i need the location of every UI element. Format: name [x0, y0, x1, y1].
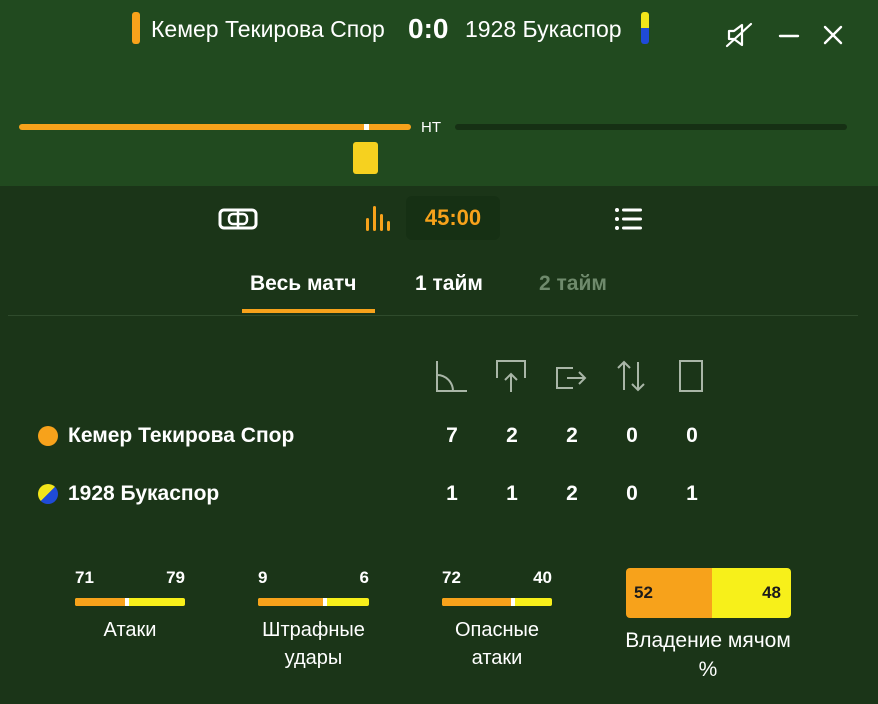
shot-off-target-icon	[556, 367, 587, 389]
attacks-label: Атаки	[103, 619, 157, 641]
away-team-color-swatch	[641, 12, 649, 44]
away-row-team-name: 1928 Букаспор	[68, 482, 220, 505]
away-shots-on-target: 1	[506, 482, 518, 505]
close-icon[interactable]	[818, 20, 848, 50]
attacks-away-value: 79	[166, 568, 185, 587]
home-corners: 7	[446, 424, 458, 447]
minimize-icon[interactable]	[774, 20, 804, 50]
active-tab-indicator	[242, 309, 375, 313]
home-row-team-name: Кемер Текирова Спор	[68, 424, 295, 447]
second-half-track	[455, 124, 847, 130]
field-icon[interactable]	[217, 204, 259, 234]
free-kicks-away-value: 6	[359, 568, 369, 587]
match-clock: 45:00	[406, 196, 500, 240]
tab-full-match[interactable]: Весь матч	[250, 272, 356, 296]
period-tabs: Весь матч 1 тайм 2 тайм	[0, 262, 878, 318]
attacks-bar-home-fill	[75, 598, 127, 606]
attacks-bar-divider	[125, 598, 129, 606]
yellow-card-icon	[679, 360, 703, 392]
tab-second-half[interactable]: 2 тайм	[539, 272, 607, 296]
dangerous-attacks-bar	[442, 598, 552, 606]
dangerous-attacks-bar-divider	[511, 598, 515, 606]
first-half-track	[19, 124, 411, 130]
metric-free-kicks: 9 6 Штрафные удары	[258, 568, 369, 678]
corner-icon	[436, 361, 467, 392]
substitution-icon	[617, 360, 645, 392]
match-timeline: HT	[0, 110, 878, 180]
away-shots-off-target: 2	[566, 482, 578, 505]
home-team-color-swatch	[132, 12, 140, 44]
home-shots-on-target: 2	[506, 424, 518, 447]
free-kicks-bar-divider	[323, 598, 327, 606]
free-kicks-bar	[258, 598, 369, 606]
home-team-name: Кемер Текирова Спор	[151, 16, 385, 42]
away-substitutions: 0	[626, 482, 638, 505]
list-icon[interactable]	[608, 204, 650, 234]
dangerous-attacks-home-value: 72	[442, 568, 461, 587]
match-header: Кемер Текирова Спор 0:0 1928 Букаспор HT	[0, 0, 878, 186]
away-yellow-cards: 1	[686, 482, 698, 505]
tabs-divider	[8, 315, 858, 316]
match-score: 0:0	[408, 13, 449, 44]
free-kicks-home-value: 9	[258, 568, 268, 587]
away-stats-row: 1928 Букаспор 1 1 2 0 1	[0, 479, 878, 509]
free-kicks-bar-home-fill	[258, 598, 325, 606]
home-shots-off-target: 2	[566, 424, 578, 447]
possession-away-value: 48	[712, 568, 791, 618]
dangerous-attacks-bar-home-fill	[442, 598, 513, 606]
away-team-dot	[38, 484, 58, 504]
away-team-name: 1928 Букаспор	[465, 16, 622, 42]
view-toolbar: 45:00	[0, 196, 878, 242]
possession-bar: 52 48	[626, 568, 791, 618]
dangerous-attacks-away-value: 40	[533, 568, 552, 587]
dangerous-attacks-label: Опасные атаки	[454, 619, 540, 669]
event-marker	[364, 124, 369, 130]
metric-dangerous-attacks: 72 40 Опасные атаки	[442, 568, 552, 678]
home-substitutions: 0	[626, 424, 638, 447]
free-kicks-label: Штрафные удары	[262, 619, 365, 669]
stats-icon[interactable]	[359, 204, 401, 234]
yellow-card-event-icon[interactable]	[353, 142, 378, 174]
sound-muted-icon[interactable]	[724, 20, 754, 50]
home-stats-row: Кемер Текирова Спор 7 2 2 0 0	[0, 421, 878, 451]
possession-label: Владение мячом %	[625, 629, 791, 681]
away-corners: 1	[446, 482, 458, 505]
score-row: Кемер Текирова Спор 0:0 1928 Букаспор	[0, 12, 878, 48]
possession-home-value: 52	[626, 568, 712, 618]
halftime-label: HT	[421, 119, 441, 136]
home-yellow-cards: 0	[686, 424, 698, 447]
metric-attacks: 71 79 Атаки	[75, 568, 185, 678]
home-team-dot	[38, 426, 58, 446]
tab-first-half[interactable]: 1 тайм	[415, 272, 483, 296]
attacks-bar	[75, 598, 185, 606]
attacks-home-value: 71	[75, 568, 94, 587]
shot-on-target-icon	[496, 360, 526, 392]
